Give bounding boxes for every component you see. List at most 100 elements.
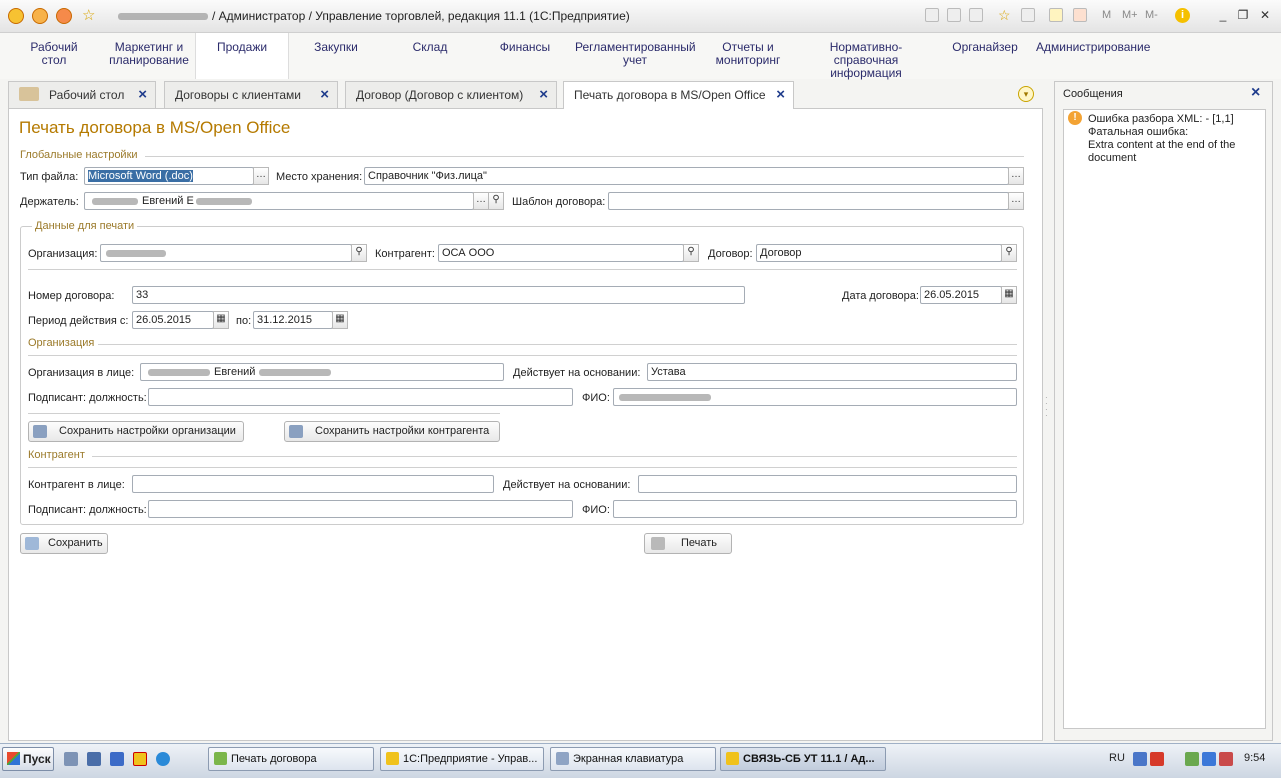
print-button[interactable]: Печать	[644, 533, 732, 554]
org-basis-field[interactable]: Устава	[647, 363, 1017, 381]
favorites-star-icon[interactable]: ☆	[82, 6, 95, 24]
memory-plus-button[interactable]: M+	[1122, 9, 1138, 21]
org-fio-field[interactable]	[613, 388, 1017, 406]
cp-person-field[interactable]	[132, 475, 494, 493]
clock[interactable]: 9:54	[1244, 752, 1265, 764]
contract-field[interactable]: Договор	[756, 244, 1002, 262]
tab-desktop[interactable]: Рабочий стол ×	[8, 81, 156, 108]
app-logo-icon[interactable]	[8, 8, 24, 24]
organization-search-icon[interactable]: ⚲	[351, 244, 367, 262]
section-marketing[interactable]: Маркетинг и планирование	[106, 41, 192, 67]
tray-network-icon[interactable]	[1202, 752, 1216, 766]
org-person-field[interactable]: Евгений	[140, 363, 504, 381]
close-tab-icon[interactable]: ×	[320, 82, 329, 108]
contract-date-label: Дата договора:	[842, 290, 919, 302]
period-from-calendar-icon[interactable]: ▦	[213, 311, 229, 329]
org-basis-label: Действует на основании:	[513, 367, 641, 379]
section-organizer[interactable]: Органайзер	[950, 41, 1020, 54]
contract-search-icon[interactable]: ⚲	[1001, 244, 1017, 262]
tab-client-contracts[interactable]: Договоры с клиентами ×	[164, 81, 338, 108]
storage-select-button[interactable]: …	[1008, 167, 1024, 185]
task-svyaz-sb[interactable]: СВЯЗЬ-СБ УТ 11.1 / Ад...	[720, 747, 886, 771]
section-sales[interactable]: Продажи	[195, 33, 289, 79]
file-type-field[interactable]: Microsoft Word (.doc)	[84, 167, 254, 185]
preview-icon[interactable]	[969, 8, 983, 22]
section-purchases[interactable]: Закупки	[305, 41, 367, 54]
quicklaunch-1c-icon[interactable]	[133, 752, 147, 766]
section-finance[interactable]: Финансы	[490, 41, 560, 54]
tray-volume-icon[interactable]	[1219, 752, 1233, 766]
quicklaunch-icon[interactable]	[64, 752, 78, 766]
start-button[interactable]: Пуск	[2, 747, 54, 771]
task-1c-enterprise[interactable]: 1С:Предприятие - Управ...	[380, 747, 544, 771]
message-item[interactable]: Ошибка разбора XML: - [1,1] Фатальная ош…	[1088, 113, 1235, 165]
cp-signer-field[interactable]	[148, 500, 573, 518]
section-reports[interactable]: Отчеты и мониторинг	[712, 41, 784, 67]
cp-basis-field[interactable]	[638, 475, 1017, 493]
task-print-contract[interactable]: Печать договора	[208, 747, 374, 771]
tray-icon[interactable]	[1133, 752, 1147, 766]
organization-label: Организация:	[28, 248, 98, 260]
section-administration[interactable]: Администрирование	[1036, 41, 1150, 54]
save-button[interactable]: Сохранить	[20, 533, 108, 554]
contract-number-label: Номер договора:	[28, 290, 115, 302]
section-warehouse[interactable]: Склад	[400, 41, 460, 54]
tab-contract[interactable]: Договор (Договор с клиентом) ×	[345, 81, 557, 108]
org-signer-field[interactable]	[148, 388, 573, 406]
restore-button[interactable]: ❐	[1234, 8, 1252, 22]
file-type-select-button[interactable]: …	[253, 167, 269, 185]
message-line: Ошибка разбора XML: - [1,1]	[1088, 113, 1234, 125]
save-icon[interactable]	[925, 8, 939, 22]
close-messages-icon[interactable]: ×	[1251, 84, 1260, 102]
calendar-icon[interactable]	[1073, 8, 1087, 22]
tab-print-contract[interactable]: Печать договора в MS/Open Office ×	[563, 81, 794, 109]
period-to-calendar-icon[interactable]: ▦	[332, 311, 348, 329]
template-field[interactable]	[608, 192, 1009, 210]
counterparty-field[interactable]: ОСА ООО	[438, 244, 684, 262]
calculator-icon[interactable]	[1049, 8, 1063, 22]
contract-number-field[interactable]: 33	[132, 286, 745, 304]
task-icon	[214, 752, 227, 765]
home-icon[interactable]	[56, 8, 72, 24]
organization-field[interactable]	[100, 244, 352, 262]
tabs-menu-chevron-icon[interactable]: ▾	[1018, 86, 1034, 102]
memory-m-button[interactable]: M	[1102, 9, 1111, 21]
close-tab-icon[interactable]: ×	[539, 82, 548, 108]
memory-minus-button[interactable]: M-	[1145, 9, 1158, 21]
info-icon[interactable]: i	[1175, 8, 1190, 23]
counterparty-search-icon[interactable]: ⚲	[683, 244, 699, 262]
quicklaunch-network-icon[interactable]	[110, 752, 124, 766]
close-tab-icon[interactable]: ×	[138, 82, 147, 108]
cp-fio-field[interactable]	[613, 500, 1017, 518]
section-reference[interactable]: Нормативно-справочная информация	[800, 41, 932, 80]
holder-search-icon[interactable]: ⚲	[488, 192, 504, 210]
save-counterparty-settings-button[interactable]: Сохранить настройки контрагента	[284, 421, 500, 442]
tray-icon[interactable]	[1150, 752, 1164, 766]
quicklaunch-ie-icon[interactable]	[156, 752, 170, 766]
period-from-field[interactable]: 26.05.2015	[132, 311, 214, 329]
contract-date-calendar-icon[interactable]: ▦	[1001, 286, 1017, 304]
messages-title: Сообщения	[1063, 88, 1123, 100]
group-global-settings: Глобальные настройки	[20, 149, 138, 161]
panel-splitter-handle[interactable]: · · · ·	[1045, 394, 1049, 420]
task-onscreen-keyboard[interactable]: Экранная клавиатура	[550, 747, 716, 771]
close-window-button[interactable]: ✕	[1256, 8, 1274, 22]
storage-field[interactable]: Справочник "Физ.лица"	[364, 167, 1009, 185]
holder-field[interactable]: Евгений Е	[84, 192, 474, 210]
close-tab-icon[interactable]: ×	[776, 82, 785, 108]
tray-icon[interactable]	[1185, 752, 1199, 766]
section-desktop[interactable]: Рабочий стол	[20, 41, 88, 67]
contract-date-field[interactable]: 26.05.2015	[920, 286, 1002, 304]
minimize-button[interactable]: _	[1214, 8, 1232, 22]
section-regulated[interactable]: Регламентированный учет	[575, 41, 696, 67]
add-favorite-icon[interactable]: ☆	[998, 7, 1011, 24]
holder-select-button[interactable]: …	[473, 192, 489, 210]
quicklaunch-desktop-icon[interactable]	[87, 752, 101, 766]
save-org-settings-button[interactable]: Сохранить настройки организации	[28, 421, 244, 442]
history-icon[interactable]	[1021, 8, 1035, 22]
template-select-button[interactable]: …	[1008, 192, 1024, 210]
language-indicator[interactable]: RU	[1109, 752, 1125, 764]
period-to-field[interactable]: 31.12.2015	[253, 311, 333, 329]
menu-icon[interactable]	[32, 8, 48, 24]
print-icon[interactable]	[947, 8, 961, 22]
